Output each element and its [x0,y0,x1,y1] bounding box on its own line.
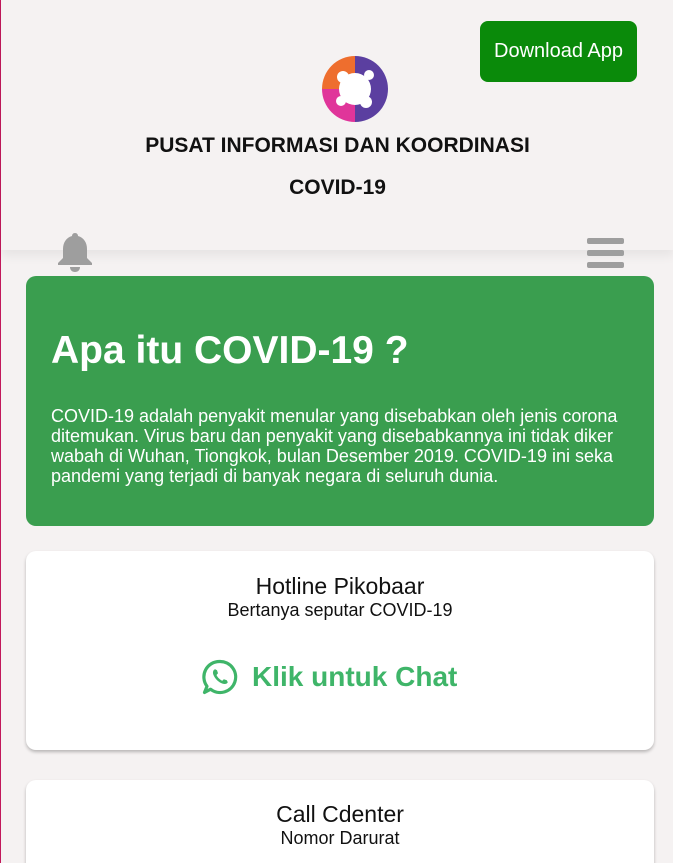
hotline-card: Hotline Pikobaar Bertanya seputar COVID-… [26,551,654,750]
menu-bar [587,250,624,256]
page-title-line2: COVID-19 [289,176,386,199]
info-title: Apa itu COVID-19 ? [51,329,409,372]
menu-bar [587,238,624,244]
covid-info-card: Apa itu COVID-19 ? COVID-19 adalah penya… [26,276,654,526]
whatsapp-icon [202,659,238,695]
callcenter-card: Call Cdenter Nomor Darurat [26,780,654,863]
download-app-button[interactable]: Download App [480,21,637,82]
covid-logo [322,56,388,122]
hamburger-menu-icon[interactable] [587,238,624,271]
hotline-subtitle: Bertanya seputar COVID-19 [227,600,453,620]
hotline-title: Hotline Pikobaar [255,573,425,599]
callcenter-title: Call Cdenter [276,801,404,827]
menu-bar [587,262,624,268]
info-text: COVID-19 adalah penyakit menular yang di… [51,406,618,486]
callcenter-subtitle: Nomor Darurat [280,828,400,848]
chat-label: Klik untuk Chat [252,661,458,692]
bell-icon[interactable] [55,231,95,273]
chat-link[interactable]: Klik untuk Chat [202,659,457,695]
page-title-line1: PUSAT INFORMASI DAN KOORDINASI [145,134,530,157]
app-header: Download App PUSAT INFORMASI DAN KOORDIN… [1,0,673,272]
